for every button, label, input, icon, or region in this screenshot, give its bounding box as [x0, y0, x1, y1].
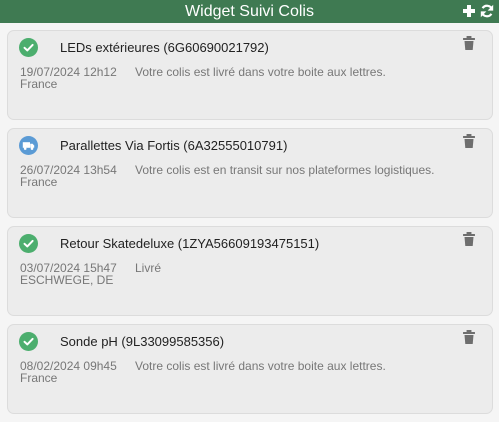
parcel-message: Livré: [135, 261, 162, 275]
parcel-location: France: [20, 175, 58, 189]
widget-header: Widget Suivi Colis: [0, 0, 499, 23]
parcel-title: Sonde pH (9L33099585356): [60, 334, 225, 349]
parcel-message: Votre colis est livré dans votre boite a…: [135, 65, 386, 79]
parcel-title: LEDs extérieures (6G60690021792): [60, 40, 269, 55]
parcel-message: Votre colis est livré dans votre boite a…: [135, 359, 386, 373]
parcel-title: Parallettes Via Fortis (6A32555010791): [60, 138, 288, 153]
refresh-icon[interactable]: [479, 3, 495, 19]
widget-title: Widget Suivi Colis: [185, 3, 314, 20]
check-icon: [19, 234, 38, 253]
trash-icon[interactable]: [462, 133, 476, 149]
parcel-event: 08/02/2024 09h45 Votre colis est livré da…: [20, 360, 386, 372]
trash-icon[interactable]: [462, 231, 476, 247]
trash-icon[interactable]: [462, 35, 476, 51]
parcel-location: France: [20, 77, 58, 91]
parcel-title: Retour Skatedeluxe (1ZYA56609193475151): [60, 236, 320, 251]
parcel-event: 26/07/2024 13h54 Votre colis est en trans…: [20, 164, 434, 176]
parcel-card[interactable]: Retour Skatedeluxe (1ZYA56609193475151) …: [7, 226, 493, 316]
parcel-card[interactable]: Parallettes Via Fortis (6A32555010791) 2…: [7, 128, 493, 218]
check-icon: [19, 38, 38, 57]
parcel-card[interactable]: LEDs extérieures (6G60690021792) 19/07/2…: [7, 30, 493, 120]
parcel-card[interactable]: Sonde pH (9L33099585356) 08/02/2024 09h4…: [7, 324, 493, 414]
parcel-message: Votre colis est en transit sur nos plate…: [135, 163, 435, 177]
parcel-location: France: [20, 371, 58, 385]
truck-icon: [19, 136, 38, 155]
plus-icon[interactable]: [461, 3, 477, 19]
check-icon: [19, 332, 38, 351]
parcel-location: ESCHWEGE, DE: [20, 273, 114, 287]
parcel-event: 19/07/2024 12h12 Votre colis est livré da…: [20, 66, 386, 78]
trash-icon[interactable]: [462, 329, 476, 345]
parcel-list: LEDs extérieures (6G60690021792) 19/07/2…: [7, 30, 493, 422]
